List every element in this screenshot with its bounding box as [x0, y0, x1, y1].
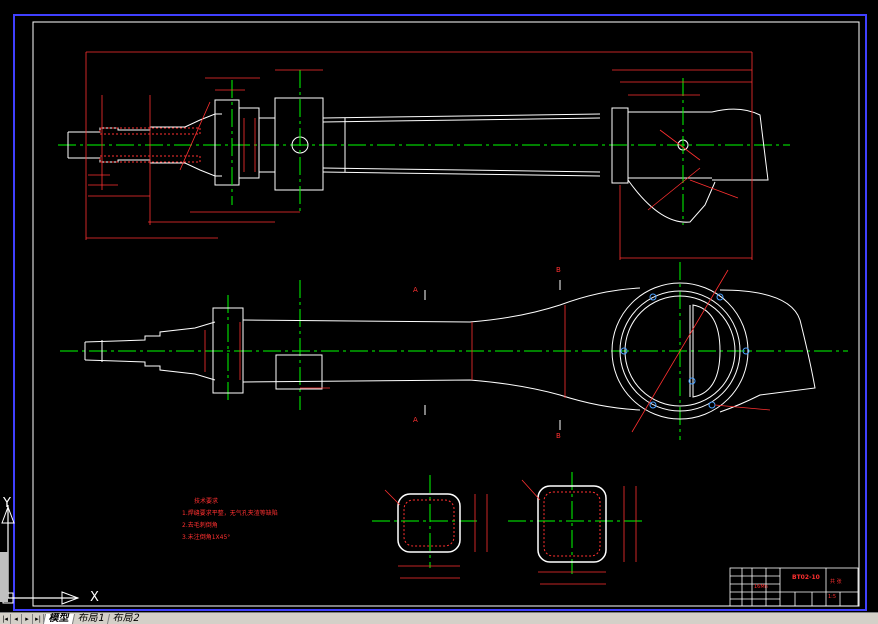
section-label-a-bottom: A [413, 416, 418, 424]
section-label-b-bottom: B [556, 432, 561, 440]
notes-title: 技术要求 [194, 498, 219, 505]
side-scroll-strip[interactable] [0, 552, 8, 602]
section-bb [508, 472, 646, 585]
ucs-icon [1, 505, 80, 605]
ucs-y-label: Y [3, 496, 11, 511]
sheet-label: 共 张 [830, 579, 842, 585]
layout-tab-bar: |◂ ◂ ▸ ▸| 模型 布局1 布局2 [0, 612, 878, 624]
section-label-a-top: A [413, 286, 418, 294]
notes-item: 2.去毛刺倒角 [182, 522, 218, 529]
drawing-number: BT02-10 [792, 574, 820, 581]
notes-item: 1.焊缝要求平整，无气孔夹渣等缺陷 [182, 510, 278, 517]
material-label: 16Mn [754, 584, 768, 590]
technical-notes: 技术要求 1.焊缝要求平整，无气孔夹渣等缺陷 2.去毛刺倒角 3.未注倒角1X4… [182, 496, 278, 544]
plan-view [60, 262, 848, 440]
scale-label: 1:5 [828, 594, 837, 600]
drawing-canvas[interactable]: A A B B 技术要求 1.焊缝要求平整，无气孔夹渣等缺陷 2.去毛刺倒角 3… [0, 0, 878, 623]
ucs-x-label: X [90, 590, 99, 605]
section-label-b-top: B [556, 266, 561, 274]
cad-drawing[interactable] [0, 0, 878, 623]
notes-item: 3.未注倒角1X45° [182, 534, 231, 541]
elevation-view [58, 51, 790, 260]
section-aa [372, 475, 488, 579]
